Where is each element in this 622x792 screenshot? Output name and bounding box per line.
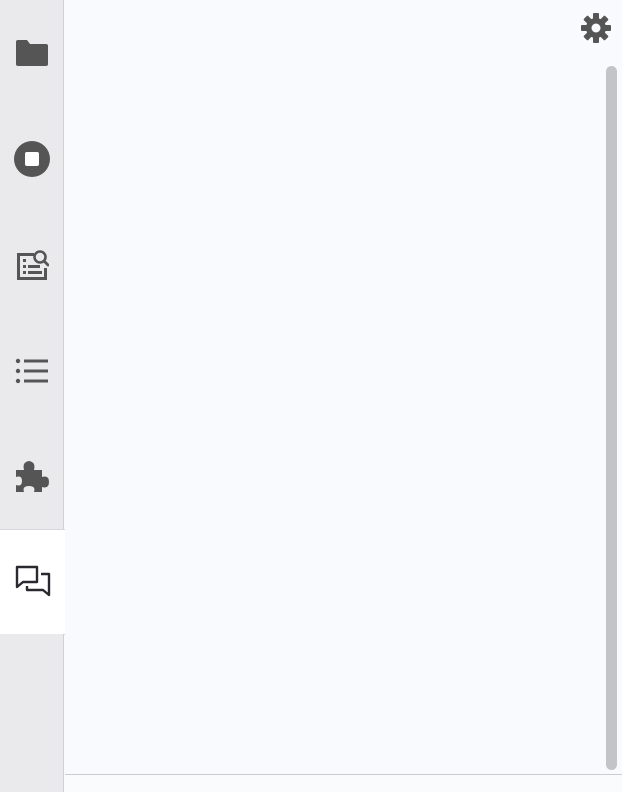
tab-files[interactable] (0, 0, 64, 106)
property-inspector-icon (15, 248, 49, 282)
tab-property-inspector[interactable] (0, 212, 64, 318)
list-icon (15, 357, 49, 385)
vertical-scrollbar[interactable] (604, 64, 618, 772)
activity-bar-empty-area (0, 634, 64, 792)
folder-icon (15, 39, 49, 67)
gear-icon (580, 12, 612, 49)
tab-extensions[interactable] (0, 424, 64, 530)
main-panel (65, 0, 622, 774)
activity-bar (0, 0, 65, 792)
status-strip (65, 775, 622, 792)
app-window (0, 0, 622, 792)
tab-running[interactable] (0, 106, 64, 212)
tab-table-of-contents[interactable] (0, 318, 64, 424)
puzzle-piece-icon (13, 458, 51, 496)
stop-circle-icon (13, 140, 51, 178)
scrollbar-thumb[interactable] (606, 66, 617, 770)
chat-bubbles-icon (15, 565, 51, 599)
tab-chat[interactable] (0, 529, 65, 635)
settings-button[interactable] (578, 12, 614, 48)
